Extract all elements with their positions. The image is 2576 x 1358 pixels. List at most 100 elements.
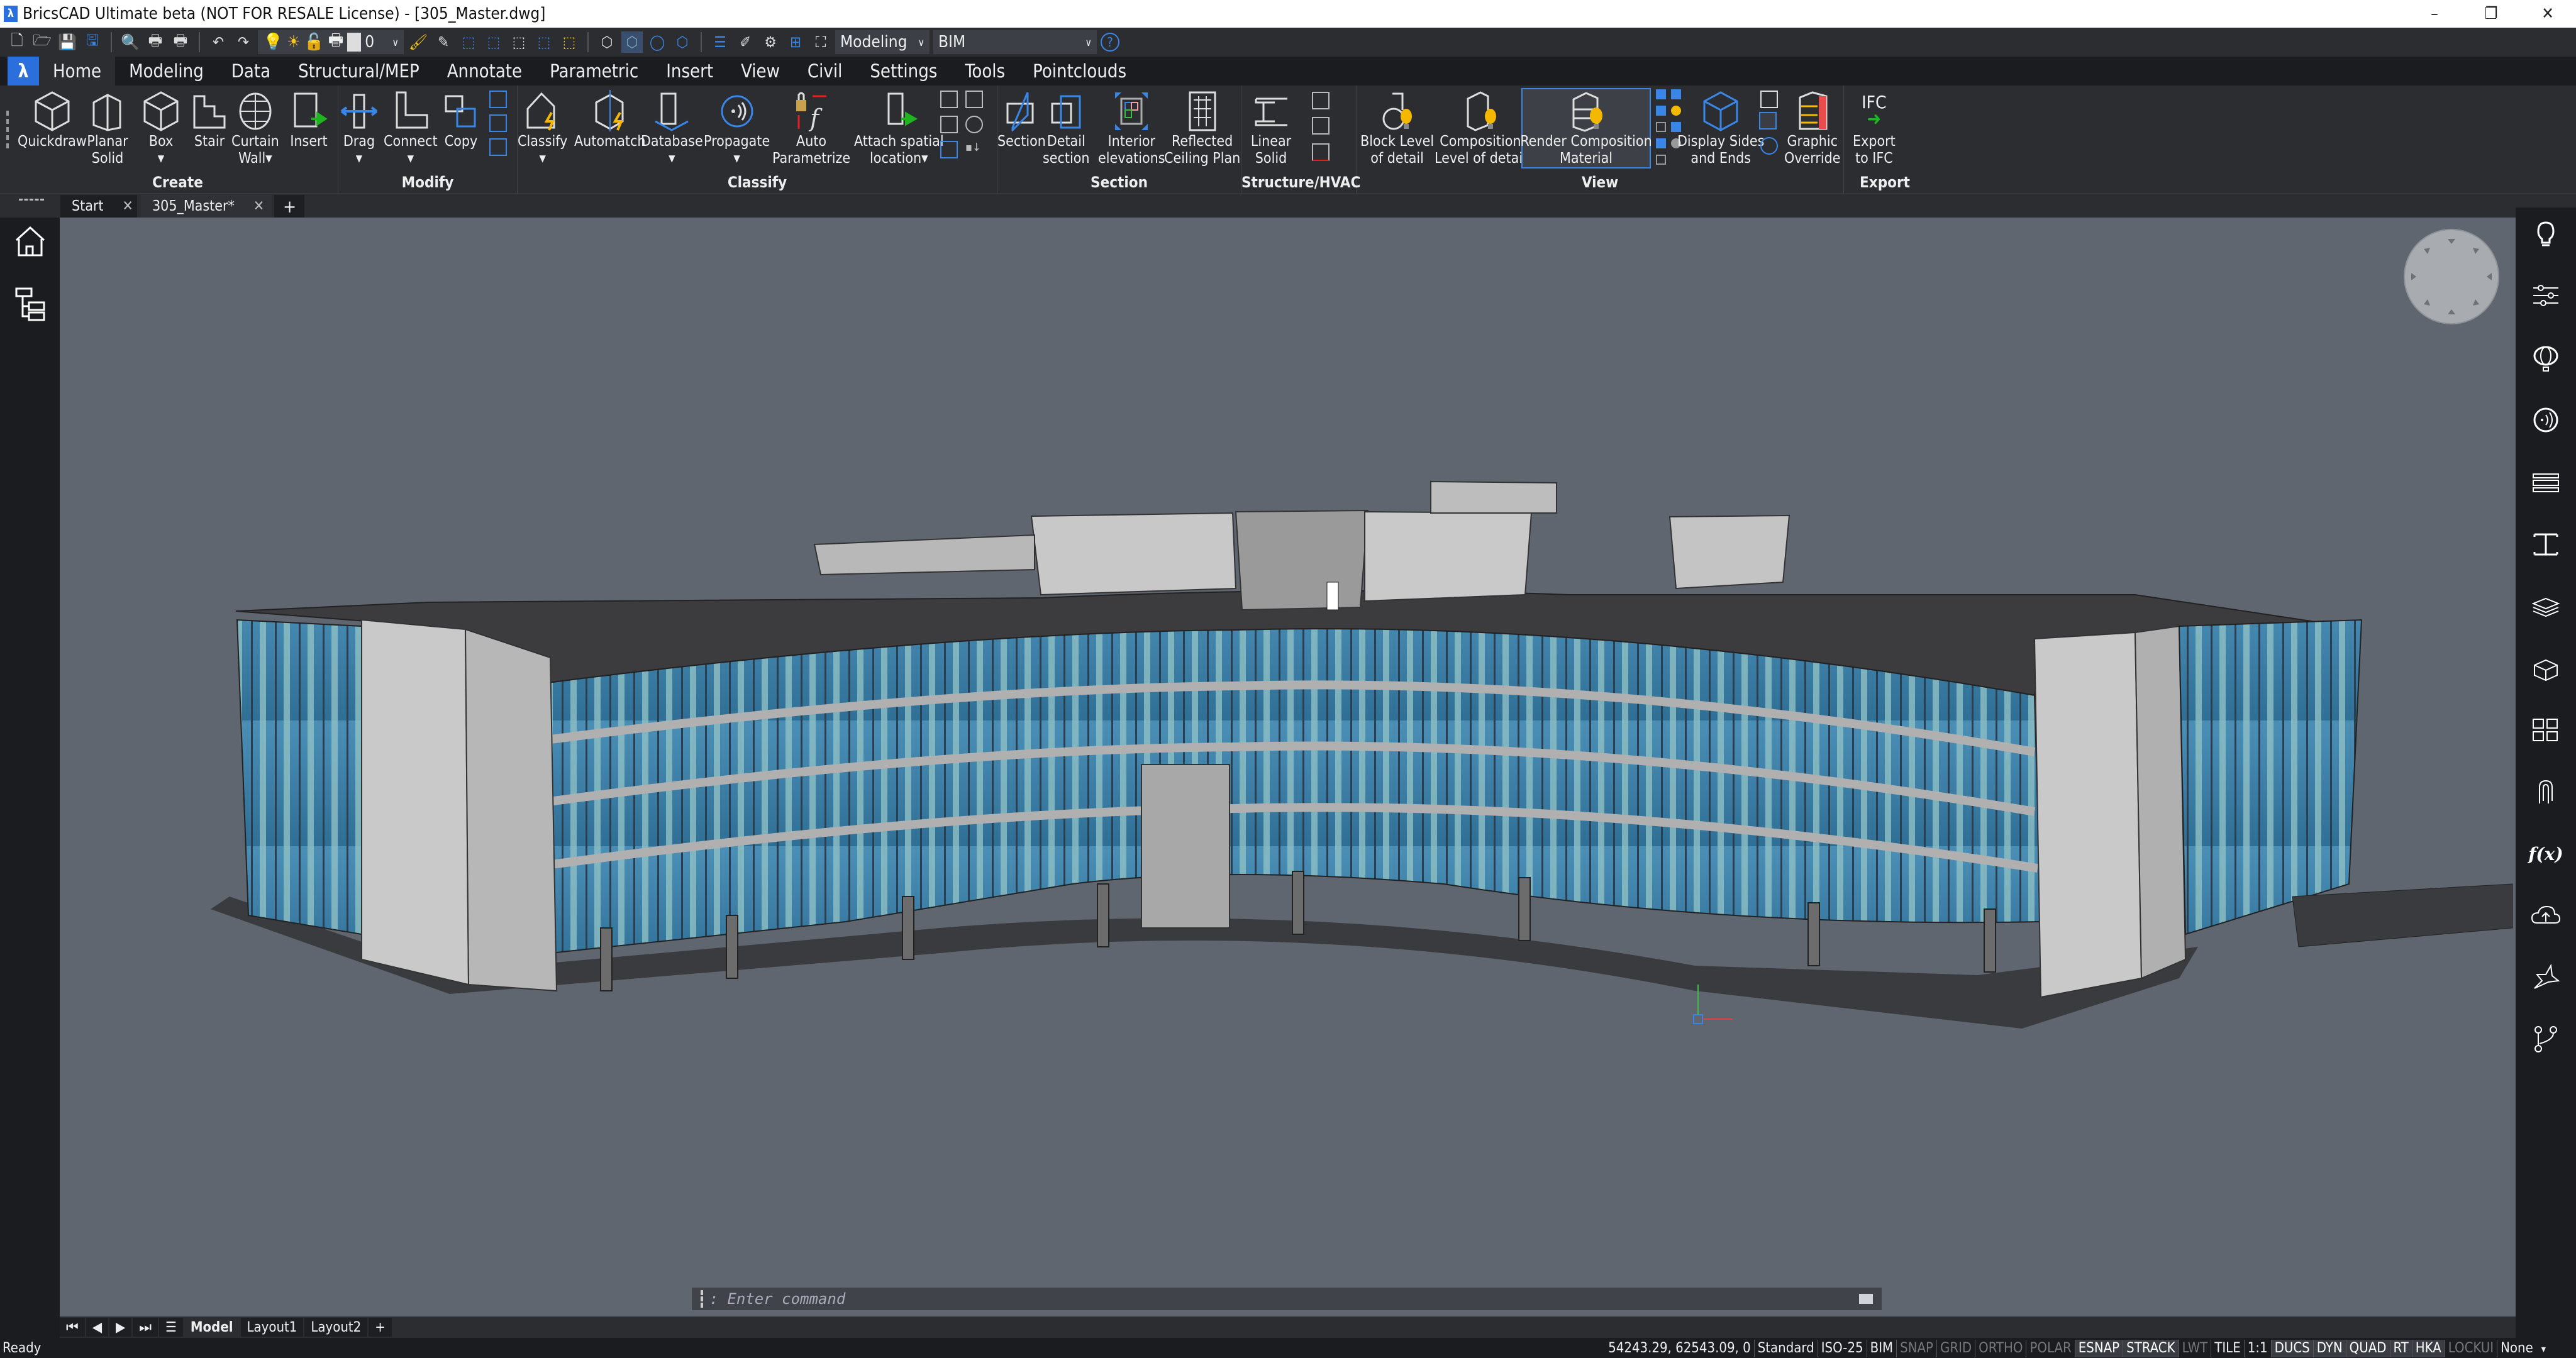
status-toggle-bim[interactable]: BIM: [1866, 1340, 1897, 1357]
command-input[interactable]: Enter command: [727, 1290, 845, 1308]
batch-plot-icon[interactable]: 🖶: [170, 31, 191, 53]
classify-window-icon[interactable]: [940, 91, 958, 108]
command-history-toggle[interactable]: [1859, 1294, 1873, 1304]
drag-button[interactable]: Drag ▾: [338, 88, 380, 167]
visibility-toggle-icon[interactable]: [1656, 89, 1666, 99]
stair-button[interactable]: Stair: [189, 88, 230, 150]
reflected-ceiling-plan-button[interactable]: Reflected Ceiling Plan: [1164, 88, 1240, 167]
view-navigation-wheel[interactable]: [2404, 229, 2499, 324]
flange-icon[interactable]: [1312, 143, 1330, 161]
status-toggle-quad[interactable]: QUAD: [2345, 1340, 2390, 1357]
properties-icon[interactable]: ☰: [709, 31, 731, 53]
ribbon-tab-insert[interactable]: Insert: [652, 57, 727, 86]
show-icon[interactable]: ⬚: [558, 31, 580, 53]
layout-list-button[interactable]: ☰: [159, 1318, 183, 1337]
library-block-icon[interactable]: [2529, 653, 2562, 685]
previous-layout-button[interactable]: ◀: [86, 1318, 109, 1337]
status-toggle-ducs[interactable]: DUCS: [2270, 1340, 2313, 1357]
pin-star-icon[interactable]: [2529, 961, 2562, 993]
visibility-toggle-icon[interactable]: [1656, 155, 1666, 165]
status-toggle-snap[interactable]: SNAP: [1896, 1340, 1936, 1357]
status-toggle-tile[interactable]: TILE: [2211, 1340, 2243, 1357]
classify-space-icon[interactable]: [940, 141, 958, 158]
classify-grid-icon[interactable]: [965, 116, 983, 133]
command-line[interactable]: : Enter command: [692, 1288, 1882, 1310]
status-menu-chevron[interactable]: ▾: [2536, 1343, 2551, 1355]
display-sides-and-ends-button[interactable]: Display Sides and Ends: [1677, 88, 1764, 167]
database-button[interactable]: Database ▾: [641, 88, 703, 167]
open-file-icon[interactable]: 🗁: [31, 31, 53, 53]
doc-tab-start[interactable]: Start ✕: [60, 195, 137, 218]
ribbon-tab-civil[interactable]: Civil: [794, 57, 856, 86]
status-toggle-lwt[interactable]: LWT: [2178, 1340, 2211, 1357]
graphic-override-button[interactable]: Graphic Override: [1784, 88, 1840, 167]
ucs-icon[interactable]: ⊞: [785, 31, 806, 53]
composition-level-of-detail-button[interactable]: Composition Level of detail: [1435, 88, 1526, 167]
profiles-i-beam-icon[interactable]: [2529, 528, 2562, 561]
minimize-button[interactable]: –: [2406, 0, 2463, 28]
help-icon[interactable]: ?: [1101, 33, 1119, 52]
beam-icon[interactable]: [1312, 92, 1330, 109]
copy-button[interactable]: Copy: [440, 88, 482, 150]
next-layout-button[interactable]: ▶: [109, 1318, 132, 1337]
hidden-icon[interactable]: ◯: [647, 31, 668, 53]
undo-icon[interactable]: ↶: [208, 31, 229, 53]
draw-order-icon[interactable]: ✐: [735, 31, 756, 53]
select-icon[interactable]: ⬚: [458, 31, 479, 53]
classify-button[interactable]: Classify ▾: [518, 88, 567, 167]
status-toggle-iso-25[interactable]: ISO-25: [1817, 1340, 1867, 1357]
automatch-button[interactable]: Automatch: [574, 88, 645, 150]
structure-tree-icon[interactable]: [14, 287, 47, 321]
status-toggle-grid[interactable]: GRID: [1936, 1340, 1975, 1357]
insert-button[interactable]: Insert: [288, 88, 330, 150]
first-layout-button[interactable]: ⏮: [60, 1318, 85, 1337]
attachments-paperclip-icon[interactable]: [2529, 776, 2562, 809]
bim-duplicate-icon[interactable]: [489, 138, 507, 156]
status-toggle-ortho[interactable]: ORTHO: [1975, 1340, 2026, 1357]
planar-solid-button[interactable]: Planar Solid: [87, 88, 128, 167]
select-similar-icon[interactable]: ⬚: [483, 31, 504, 53]
visibility-toggle-icon[interactable]: [1656, 106, 1666, 116]
render-balloon-icon[interactable]: [2529, 342, 2562, 375]
panel-grip[interactable]: [19, 199, 44, 201]
ribbon-tab-modeling[interactable]: Modeling: [115, 57, 218, 86]
status-toggle-dyn[interactable]: DYN: [2312, 1340, 2346, 1357]
add-layout-button[interactable]: +: [369, 1318, 392, 1337]
layouts-grid-icon[interactable]: [2529, 714, 2562, 747]
hide-icon[interactable]: ⬚: [533, 31, 555, 53]
classify-door-icon[interactable]: [940, 116, 958, 133]
ribbon-tab-annotate[interactable]: Annotate: [433, 57, 536, 86]
layout-tab-model[interactable]: Model: [184, 1318, 240, 1337]
ribbon-tab-settings[interactable]: Settings: [856, 57, 951, 86]
status-toggle-lockui[interactable]: LOCKUI: [2444, 1340, 2497, 1357]
new-tab-button[interactable]: +: [274, 195, 304, 218]
doc-tab-305-master[interactable]: 305_Master* ✕: [141, 195, 272, 218]
status-toggle-esnap[interactable]: ESNAP: [2074, 1340, 2123, 1357]
cloud-upload-icon[interactable]: [2529, 899, 2562, 932]
compositions-icon[interactable]: [2529, 466, 2562, 499]
print-icon[interactable]: 🖶: [145, 31, 166, 53]
restore-button[interactable]: ❐: [2463, 0, 2519, 28]
export-to-ifc-button[interactable]: IFC ➜ Export to IFC: [1853, 88, 1896, 167]
layout-tab-layout2[interactable]: Layout2: [304, 1318, 368, 1337]
close-button[interactable]: ✕: [2519, 0, 2576, 28]
status-toggle-rt[interactable]: RT: [2389, 1340, 2412, 1357]
properties-sliders-icon[interactable]: [2529, 279, 2562, 312]
visibility-toggle-icon[interactable]: [1656, 138, 1666, 148]
interior-elevations-button[interactable]: Interior elevations: [1098, 88, 1165, 167]
ribbon-tab-view[interactable]: View: [727, 57, 794, 86]
ribbon-tab-tools[interactable]: Tools: [951, 57, 1019, 86]
last-layout-button[interactable]: ⏭: [133, 1318, 158, 1337]
print-preview-icon[interactable]: 🔍: [119, 31, 141, 53]
column-icon[interactable]: [1312, 117, 1330, 135]
status-toggle-none[interactable]: None: [2497, 1340, 2536, 1357]
tips-lightbulb-icon[interactable]: [2529, 218, 2562, 250]
bim-flip-icon[interactable]: [489, 114, 507, 132]
status-toggle-1-1[interactable]: 1:1: [2243, 1340, 2271, 1357]
close-tab-icon[interactable]: ✕: [123, 198, 133, 214]
detail-section-button[interactable]: Detail section: [1043, 88, 1090, 167]
workspace-combo[interactable]: Modeling ∨: [835, 30, 930, 54]
home-icon[interactable]: [14, 225, 47, 258]
profile-combo[interactable]: BIM ∨: [933, 30, 1097, 54]
status-toggle-standard[interactable]: Standard: [1753, 1340, 1818, 1357]
